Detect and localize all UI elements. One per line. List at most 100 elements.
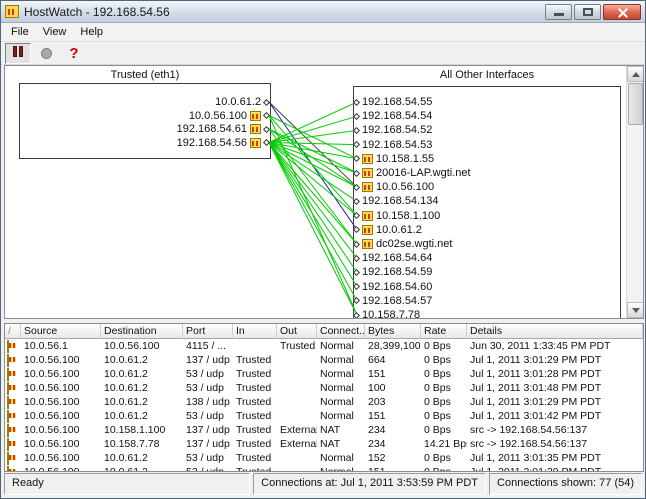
column-header-bytes[interactable]: Bytes bbox=[365, 324, 421, 339]
pause-button[interactable] bbox=[5, 43, 31, 64]
cell-rate: 0 Bps bbox=[421, 367, 467, 381]
host-label: 10.0.56.100 bbox=[189, 110, 247, 122]
host-192.168.54.61[interactable]: 192.168.54.61 bbox=[19, 122, 269, 136]
cell-port: 138 / udp bbox=[183, 395, 233, 409]
row-icon-cell bbox=[5, 367, 21, 381]
node-diamond-icon bbox=[353, 141, 360, 148]
cell-in: Trusted bbox=[233, 451, 277, 465]
table-row[interactable]: 10.0.56.10010.0.61.253 / udpTrustedNorma… bbox=[5, 409, 643, 423]
host-192.168.54.54[interactable]: 192.168.54.54 bbox=[354, 109, 622, 123]
column-header-connect[interactable]: Connect... bbox=[317, 324, 365, 339]
table-row[interactable]: 10.0.56.10010.158.7.78137 / udpTrustedEx… bbox=[5, 437, 643, 451]
scroll-down-button[interactable] bbox=[627, 302, 644, 318]
table-row[interactable]: 10.0.56.10010.0.61.253 / udpTrustedNorma… bbox=[5, 381, 643, 395]
host-192.168.54.52[interactable]: 192.168.54.52 bbox=[354, 123, 622, 137]
scroll-up-button[interactable] bbox=[627, 66, 644, 82]
table-row[interactable]: 10.0.56.10010.0.61.253 / udpTrustedNorma… bbox=[5, 367, 643, 381]
column-header-source[interactable]: Source bbox=[21, 324, 101, 339]
cell-destination: 10.0.61.2 bbox=[101, 381, 183, 395]
minimize-icon bbox=[554, 13, 564, 16]
cell-conn: Normal bbox=[317, 395, 365, 409]
host-192.168.54.60[interactable]: 192.168.54.60 bbox=[354, 280, 622, 294]
menu-file[interactable]: File bbox=[4, 24, 36, 40]
host-192.168.54.53[interactable]: 192.168.54.53 bbox=[354, 138, 622, 152]
host-label: 192.168.54.55 bbox=[362, 96, 432, 108]
host-192.168.54.134[interactable]: 192.168.54.134 bbox=[354, 194, 622, 208]
cell-conn: NAT bbox=[317, 437, 365, 451]
cell-rate: 0 Bps bbox=[421, 423, 467, 437]
arrow-down-icon bbox=[632, 308, 640, 313]
table-row[interactable]: 10.0.56.10010.0.61.2138 / udpTrustedNorm… bbox=[5, 395, 643, 409]
cell-out bbox=[277, 353, 317, 367]
host-label: 10.158.1.100 bbox=[376, 210, 440, 222]
host-192.168.54.64[interactable]: 192.168.54.64 bbox=[354, 251, 622, 265]
column-header-port[interactable]: Port bbox=[183, 324, 233, 339]
host-10.0.56.100[interactable]: 10.0.56.100 bbox=[354, 180, 622, 194]
cell-port: 137 / udp bbox=[183, 423, 233, 437]
host-10.0.61.2[interactable]: 10.0.61.2 bbox=[354, 223, 622, 237]
host-192.168.54.57[interactable]: 192.168.54.57 bbox=[354, 294, 622, 308]
cell-in: Trusted bbox=[233, 409, 277, 423]
host-10.158.1.55[interactable]: 10.158.1.55 bbox=[354, 152, 622, 166]
menu-help[interactable]: Help bbox=[73, 24, 110, 40]
table-row[interactable]: 10.0.56.10010.0.61.253 / udpTrustedNorma… bbox=[5, 465, 643, 471]
status-bar: Ready Connections at: Jul 1, 2011 3:53:5… bbox=[4, 473, 642, 495]
cell-out: External bbox=[277, 437, 317, 451]
cell-source: 10.0.56.100 bbox=[21, 465, 101, 471]
column-header-icon[interactable]: / bbox=[5, 324, 21, 339]
firebox-icon bbox=[250, 124, 261, 134]
host-10.0.56.100[interactable]: 10.0.56.100 bbox=[19, 109, 269, 123]
host-10.158.1.100[interactable]: 10.158.1.100 bbox=[354, 209, 622, 223]
node-diamond-icon bbox=[353, 269, 360, 276]
host-192.168.54.59[interactable]: 192.168.54.59 bbox=[354, 265, 622, 279]
host-10.0.61.2[interactable]: 10.0.61.2 bbox=[19, 95, 269, 109]
host-label: 192.168.54.57 bbox=[362, 295, 432, 307]
table-row[interactable]: 10.0.56.110.0.56.1004115 / ...TrustedNor… bbox=[5, 339, 643, 353]
cell-details: src -> 192.168.54.56:137 bbox=[467, 423, 643, 437]
scrollbar-thumb[interactable] bbox=[628, 83, 643, 125]
table-row[interactable]: 10.0.56.10010.0.61.253 / udpTrustedNorma… bbox=[5, 451, 643, 465]
cell-bytes: 151 bbox=[365, 465, 421, 471]
column-header-out[interactable]: Out bbox=[277, 324, 317, 339]
node-diamond-icon bbox=[353, 240, 360, 247]
column-header-in[interactable]: In bbox=[233, 324, 277, 339]
cell-destination: 10.0.61.2 bbox=[101, 367, 183, 381]
close-button[interactable] bbox=[603, 4, 641, 20]
graph-scrollbar[interactable] bbox=[626, 66, 643, 318]
node-diamond-icon bbox=[353, 255, 360, 262]
cell-rate: 0 Bps bbox=[421, 381, 467, 395]
cell-details: src -> 192.168.54.56:137 bbox=[467, 437, 643, 451]
host-10.158.7.78[interactable]: 10.158.7.78 bbox=[354, 308, 622, 318]
host-192.168.54.55[interactable]: 192.168.54.55 bbox=[354, 95, 622, 109]
maximize-button[interactable] bbox=[574, 4, 601, 20]
menu-view[interactable]: View bbox=[36, 24, 74, 40]
cell-details: Jul 1, 2011 3:01:29 PM PDT bbox=[467, 395, 643, 409]
title-bar[interactable]: HostWatch - 192.168.54.56 bbox=[1, 1, 645, 23]
column-header-rate[interactable]: Rate bbox=[421, 324, 467, 339]
cell-details: Jul 1, 2011 3:01:28 PM PDT bbox=[467, 367, 643, 381]
help-button[interactable]: ? bbox=[61, 43, 87, 64]
host-192.168.54.56[interactable]: 192.168.54.56 bbox=[19, 136, 269, 150]
host-label: 192.168.54.64 bbox=[362, 252, 432, 264]
minimize-button[interactable] bbox=[545, 4, 572, 20]
table-row[interactable]: 10.0.56.10010.158.1.100137 / udpTrustedE… bbox=[5, 423, 643, 437]
column-header-destination[interactable]: Destination bbox=[101, 324, 183, 339]
cell-out bbox=[277, 381, 317, 395]
node-diamond-icon bbox=[353, 127, 360, 134]
node-diamond-icon bbox=[353, 98, 360, 105]
host-dc02se.wgti.net[interactable]: dc02se.wgti.net bbox=[354, 237, 622, 251]
status-ready: Ready bbox=[4, 473, 250, 495]
host-label: 10.0.56.100 bbox=[376, 181, 434, 193]
firebox-icon bbox=[7, 382, 9, 395]
cell-port: 53 / udp bbox=[183, 451, 233, 465]
row-icon-cell bbox=[5, 423, 21, 437]
resume-button[interactable] bbox=[33, 43, 59, 64]
host-label: 192.168.54.59 bbox=[362, 266, 432, 278]
firebox-icon bbox=[7, 354, 9, 367]
cell-details: Jul 1, 2011 3:01:29 PM PDT bbox=[467, 465, 643, 471]
column-header-details[interactable]: Details bbox=[467, 324, 643, 339]
table-row[interactable]: 10.0.56.10010.0.61.2137 / udpTrustedNorm… bbox=[5, 353, 643, 367]
cell-bytes: 151 bbox=[365, 409, 421, 423]
host-20016-LAP.wgti.net[interactable]: 20016-LAP.wgti.net bbox=[354, 166, 622, 180]
menu-bar: FileViewHelp bbox=[1, 23, 645, 42]
